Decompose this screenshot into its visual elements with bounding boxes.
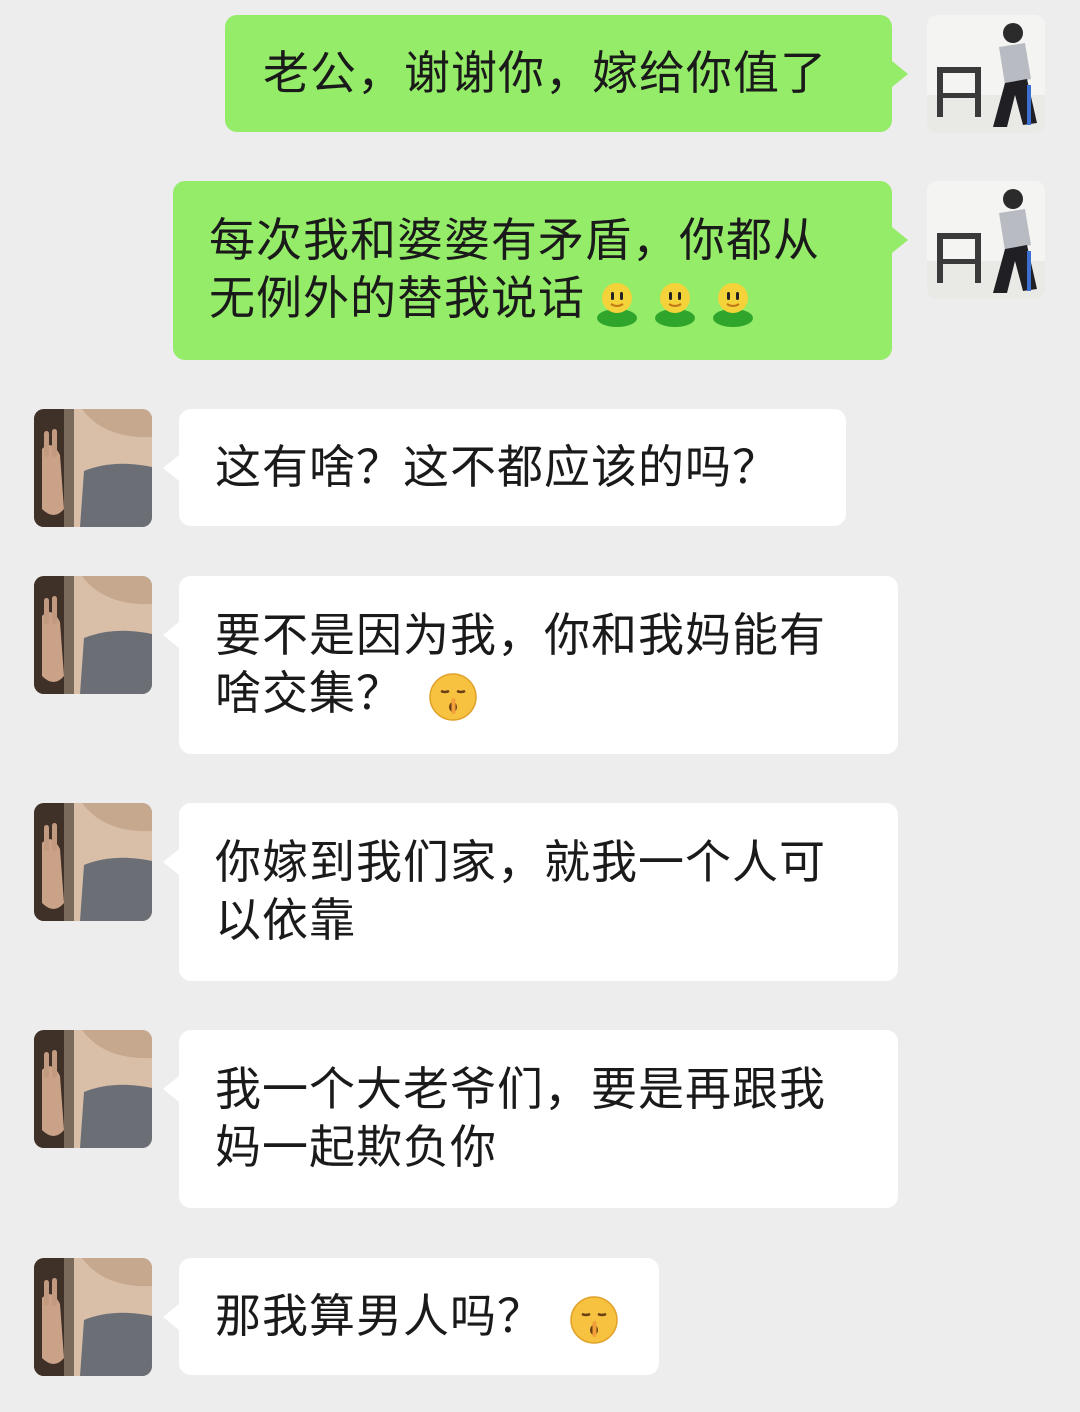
message-text: 无例外的替我说话 bbox=[209, 271, 585, 325]
message-bubble-received[interactable]: 你嫁到我们家，就我一个人可 以依靠 bbox=[179, 803, 898, 981]
contact-avatar[interactable] bbox=[34, 576, 152, 694]
message-text-line: 无例外的替我说话 bbox=[209, 269, 892, 328]
message-row-received: 要不是因为我，你和我妈能有 啥交集？ bbox=[0, 576, 1080, 756]
green-man-emoji bbox=[591, 276, 643, 328]
message-row-sent: 每次我和婆婆有矛盾，你都从 无例外的替我说话 bbox=[0, 181, 1080, 361]
message-text: 以依靠 bbox=[215, 893, 356, 947]
bubble-tail bbox=[892, 227, 908, 253]
bubble-tail bbox=[163, 849, 179, 875]
message-bubble-sent[interactable]: 老公，谢谢你，嫁给你值了 bbox=[225, 15, 892, 132]
message-text: 那我算男人吗？ bbox=[215, 1289, 544, 1343]
contact-avatar[interactable] bbox=[34, 803, 152, 921]
self-avatar[interactable] bbox=[927, 181, 1045, 299]
message-text: 我一个大老爷们，要是再跟我 bbox=[215, 1062, 826, 1116]
message-bubble-sent[interactable]: 每次我和婆婆有矛盾，你都从 无例外的替我说话 bbox=[173, 181, 892, 360]
green-man-emoji bbox=[707, 276, 759, 328]
message-text-line: 啥交集？ bbox=[215, 664, 898, 723]
message-bubble-received[interactable]: 我一个大老爷们，要是再跟我 妈一起欺负你 bbox=[179, 1030, 898, 1208]
message-row-received: 那我算男人吗？ bbox=[0, 1258, 1080, 1378]
hush-face-emoji bbox=[568, 1294, 620, 1346]
self-avatar[interactable] bbox=[927, 15, 1045, 133]
bubble-tail bbox=[163, 455, 179, 481]
message-row-received: 我一个大老爷们，要是再跟我 妈一起欺负你 bbox=[0, 1030, 1080, 1210]
bubble-tail bbox=[163, 1304, 179, 1330]
hush-face-emoji bbox=[427, 671, 479, 723]
bubble-tail bbox=[163, 622, 179, 648]
message-row-received: 你嫁到我们家，就我一个人可 以依靠 bbox=[0, 803, 1080, 983]
contact-avatar[interactable] bbox=[34, 1258, 152, 1376]
message-text-line: 那我算男人吗？ bbox=[215, 1287, 659, 1346]
contact-avatar[interactable] bbox=[34, 1030, 152, 1148]
message-text: 啥交集？ bbox=[215, 666, 403, 720]
message-bubble-received[interactable]: 要不是因为我，你和我妈能有 啥交集？ bbox=[179, 576, 898, 754]
bubble-tail bbox=[163, 1076, 179, 1102]
message-text: 要不是因为我，你和我妈能有 bbox=[215, 608, 826, 662]
message-bubble-received[interactable]: 这有啥？这不都应该的吗？ bbox=[179, 409, 846, 526]
message-text: 每次我和婆婆有矛盾，你都从 bbox=[209, 213, 820, 267]
contact-avatar[interactable] bbox=[34, 409, 152, 527]
message-text: 你嫁到我们家，就我一个人可 bbox=[215, 835, 826, 889]
message-row-sent: 老公，谢谢你，嫁给你值了 bbox=[0, 15, 1080, 135]
green-man-emoji bbox=[649, 276, 701, 328]
message-bubble-received[interactable]: 那我算男人吗？ bbox=[179, 1258, 659, 1375]
message-row-received: 这有啥？这不都应该的吗？ bbox=[0, 409, 1080, 529]
message-text: 这有啥？这不都应该的吗？ bbox=[215, 440, 779, 494]
message-text: 老公，谢谢你，嫁给你值了 bbox=[263, 46, 827, 100]
message-text: 妈一起欺负你 bbox=[215, 1120, 497, 1174]
chat-window: 老公，谢谢你，嫁给你值了 每次我和婆婆有矛盾，你都从 无例外的替我说话 这有啥？… bbox=[0, 0, 1080, 1412]
bubble-tail bbox=[892, 61, 908, 87]
